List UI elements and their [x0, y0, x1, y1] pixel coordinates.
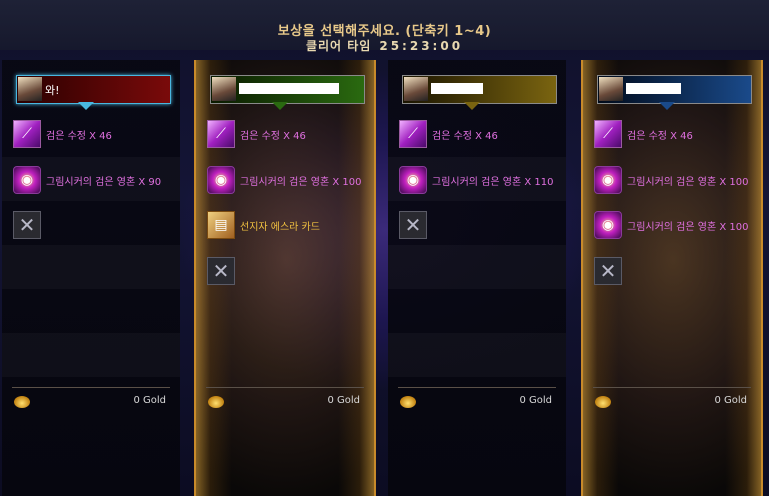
player-portrait — [18, 77, 42, 101]
empty-slot-icon: ✕ — [13, 211, 41, 239]
reward-item[interactable]: ◉ 그림시커의 검은 영혼 X 100 — [207, 165, 361, 195]
item-label: 선지자 에스라 카드 — [240, 221, 320, 233]
divider — [206, 387, 364, 388]
gold-coins-icon — [595, 396, 611, 408]
player-portrait — [599, 77, 623, 101]
gold-row: 0 Gold — [14, 395, 166, 411]
soul-icon: ◉ — [207, 166, 235, 194]
card-icon: ▤ — [207, 211, 235, 239]
empty-slot-icon: ✕ — [207, 257, 235, 285]
gold-row: 0 Gold — [400, 395, 552, 411]
row-bg — [388, 333, 566, 377]
reward-item-empty[interactable]: ✕ — [13, 210, 41, 240]
item-label: 그림시커의 검은 영혼 X 90 — [46, 176, 162, 188]
gold-amount: 0 Gold — [133, 395, 166, 406]
reward-item[interactable]: ◉ 그림시커의 검은 영혼 X 100 — [594, 210, 748, 240]
reward-item-empty[interactable]: ✕ — [594, 256, 622, 286]
gold-coins-icon — [400, 396, 416, 408]
soul-icon: ◉ — [13, 166, 41, 194]
pointer-arrow — [464, 102, 480, 110]
empty-slot-icon: ✕ — [399, 211, 427, 239]
player-name-box — [210, 75, 365, 104]
reward-column-2[interactable]: ⟋ 검은 수정 X 46 ◉ 그림시커의 검은 영혼 X 100 ▤ 선지자 에… — [194, 60, 376, 496]
item-label: 검은 수정 X 46 — [46, 130, 112, 142]
item-label: 그림시커의 검은 영혼 X 100 — [627, 221, 749, 233]
player-portrait — [404, 77, 428, 101]
row-bg — [2, 245, 180, 289]
reward-item-empty[interactable]: ✕ — [399, 210, 427, 240]
gold-amount: 0 Gold — [519, 395, 552, 406]
pointer-arrow — [78, 102, 94, 110]
gold-coins-icon — [14, 396, 30, 408]
soul-icon: ◉ — [594, 211, 622, 239]
gold-row: 0 Gold — [208, 395, 360, 411]
reward-item-empty[interactable]: ✕ — [207, 256, 235, 286]
gold-amount: 0 Gold — [714, 395, 747, 406]
player-name-redacted — [626, 83, 681, 94]
divider — [398, 387, 556, 388]
item-label: 그림시커의 검은 영혼 X 100 — [240, 176, 362, 188]
soul-icon: ◉ — [399, 166, 427, 194]
empty-slot-icon: ✕ — [594, 257, 622, 285]
reward-item[interactable]: ⟋ 검은 수정 X 46 — [399, 119, 498, 149]
crystal-icon: ⟋ — [594, 120, 622, 148]
item-label: 검은 수정 X 46 — [432, 130, 498, 142]
crystal-icon: ⟋ — [207, 120, 235, 148]
player-name-redacted — [431, 83, 483, 94]
clear-time-value: 25:23:00 — [379, 39, 464, 53]
reward-column-1[interactable]: 와! ⟋ 검은 수정 X 46 ◉ 그림시커의 검은 영혼 X 90 ✕ 0 G… — [2, 60, 180, 496]
player-name-redacted — [239, 83, 339, 94]
reward-column-3[interactable]: ⟋ 검은 수정 X 46 ◉ 그림시커의 검은 영혼 X 110 ✕ 0 Gol… — [388, 60, 566, 496]
divider — [12, 387, 170, 388]
reward-item[interactable]: ◉ 그림시커의 검은 영혼 X 100 — [594, 165, 748, 195]
crystal-icon: ⟋ — [399, 120, 427, 148]
player-name: 와! — [45, 84, 60, 97]
player-name-box — [597, 75, 752, 104]
reward-item[interactable]: ⟋ 검은 수정 X 46 — [594, 119, 693, 149]
player-portrait — [212, 77, 236, 101]
reward-item[interactable]: ▤ 선지자 에스라 카드 — [207, 210, 320, 240]
item-label: 검은 수정 X 46 — [240, 130, 306, 142]
pointer-arrow — [272, 102, 288, 110]
pointer-arrow — [659, 102, 675, 110]
crystal-icon: ⟋ — [13, 120, 41, 148]
reward-item[interactable]: ⟋ 검은 수정 X 46 — [207, 119, 306, 149]
row-bg — [388, 245, 566, 289]
gold-amount: 0 Gold — [327, 395, 360, 406]
reward-item[interactable]: ⟋ 검은 수정 X 46 — [13, 119, 112, 149]
reward-item[interactable]: ◉ 그림시커의 검은 영혼 X 90 — [13, 165, 161, 195]
item-label: 그림시커의 검은 영혼 X 110 — [432, 176, 554, 188]
clear-time-label: 클리어 타임 — [305, 39, 372, 53]
row-bg — [2, 333, 180, 377]
player-name-box — [402, 75, 557, 104]
item-label: 검은 수정 X 46 — [627, 130, 693, 142]
gold-row: 0 Gold — [595, 395, 747, 411]
gold-coins-icon — [208, 396, 224, 408]
divider — [593, 387, 751, 388]
reward-column-4[interactable]: ⟋ 검은 수정 X 46 ◉ 그림시커의 검은 영혼 X 100 ◉ 그림시커의… — [581, 60, 763, 496]
soul-icon: ◉ — [594, 166, 622, 194]
reward-item[interactable]: ◉ 그림시커의 검은 영혼 X 110 — [399, 165, 553, 195]
player-name-box: 와! — [16, 75, 171, 104]
item-label: 그림시커의 검은 영혼 X 100 — [627, 176, 749, 188]
clear-time: 클리어 타임 25:23:00 — [0, 37, 769, 54]
